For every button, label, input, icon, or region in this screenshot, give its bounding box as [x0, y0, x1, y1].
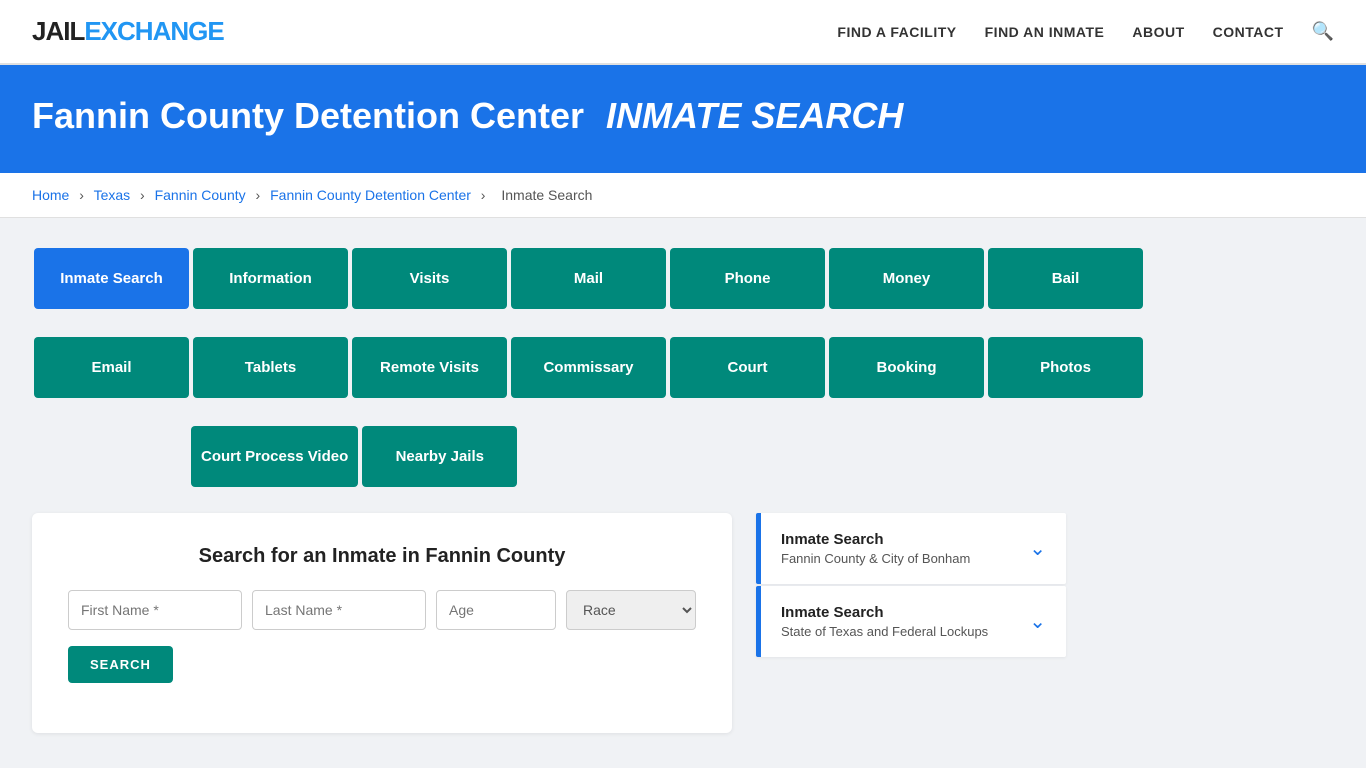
- tab-visits[interactable]: Visits: [352, 248, 507, 309]
- nav-find-inmate[interactable]: FIND AN INMATE: [985, 24, 1105, 40]
- tab-photos[interactable]: Photos: [988, 337, 1143, 398]
- hero-subtitle: INMATE SEARCH: [606, 95, 903, 136]
- tab-inmate-search[interactable]: Inmate Search: [34, 248, 189, 309]
- search-button[interactable]: SEARCH: [68, 646, 173, 683]
- sidebar-item-title-1: Inmate Search: [781, 531, 970, 548]
- chevron-down-icon-1: ⌄: [1029, 536, 1046, 561]
- search-icon-button[interactable]: 🔍: [1312, 21, 1334, 42]
- breadcrumb-sep-2: ›: [140, 187, 145, 203]
- search-inputs: Race White Black Hispanic Asian Other: [68, 590, 696, 630]
- sidebar-inmate-search-county[interactable]: Inmate Search Fannin County & City of Bo…: [756, 513, 1066, 584]
- tabs-row3: Court Process Video Nearby Jails: [189, 424, 1334, 489]
- nav-find-facility[interactable]: FIND A FACILITY: [837, 24, 956, 40]
- search-box: Search for an Inmate in Fannin County Ra…: [32, 513, 732, 733]
- sidebar-item-sub-1: Fannin County & City of Bonham: [781, 551, 970, 566]
- tab-tablets[interactable]: Tablets: [193, 337, 348, 398]
- tab-information[interactable]: Information: [193, 248, 348, 309]
- tabs-row1: Inmate Search Information Visits Mail Ph…: [32, 246, 1334, 311]
- logo-jail: JAIL: [32, 16, 84, 46]
- hero-facility-name: Fannin County Detention Center: [32, 95, 584, 136]
- sidebar-item-title-2: Inmate Search: [781, 604, 988, 621]
- logo[interactable]: JAILEXCHANGE: [32, 16, 224, 47]
- nav-about[interactable]: ABOUT: [1132, 24, 1184, 40]
- race-select[interactable]: Race White Black Hispanic Asian Other: [566, 590, 696, 630]
- tab-phone[interactable]: Phone: [670, 248, 825, 309]
- tab-money[interactable]: Money: [829, 248, 984, 309]
- tab-mail[interactable]: Mail: [511, 248, 666, 309]
- tab-court[interactable]: Court: [670, 337, 825, 398]
- logo-exchange: EXCHANGE: [84, 16, 223, 46]
- last-name-input[interactable]: [252, 590, 426, 630]
- first-name-input[interactable]: [68, 590, 242, 630]
- age-input[interactable]: [436, 590, 556, 630]
- tab-remote-visits[interactable]: Remote Visits: [352, 337, 507, 398]
- search-heading: Search for an Inmate in Fannin County: [68, 545, 696, 568]
- sidebar-item-sub-2: State of Texas and Federal Lockups: [781, 624, 988, 639]
- nav-links: FIND A FACILITY FIND AN INMATE ABOUT CON…: [837, 21, 1334, 42]
- tab-nearby-jails[interactable]: Nearby Jails: [362, 426, 517, 487]
- main-wrapper: Inmate Search Information Visits Mail Ph…: [0, 218, 1366, 761]
- breadcrumb: Home › Texas › Fannin County › Fannin Co…: [0, 173, 1366, 218]
- sidebar-item-text-1: Inmate Search Fannin County & City of Bo…: [781, 531, 970, 566]
- breadcrumb-facility[interactable]: Fannin County Detention Center: [270, 187, 471, 203]
- tab-booking[interactable]: Booking: [829, 337, 984, 398]
- tabs-row2: Email Tablets Remote Visits Commissary C…: [32, 335, 1334, 400]
- sidebar-item-text-2: Inmate Search State of Texas and Federal…: [781, 604, 988, 639]
- chevron-down-icon-2: ⌄: [1029, 609, 1046, 634]
- breadcrumb-current: Inmate Search: [501, 187, 592, 203]
- tab-court-process-video[interactable]: Court Process Video: [191, 426, 358, 487]
- sidebar-inmate-search-state[interactable]: Inmate Search State of Texas and Federal…: [756, 586, 1066, 657]
- breadcrumb-sep-3: ›: [256, 187, 261, 203]
- sidebar: Inmate Search Fannin County & City of Bo…: [756, 513, 1066, 657]
- breadcrumb-sep-1: ›: [79, 187, 84, 203]
- breadcrumb-texas[interactable]: Texas: [94, 187, 131, 203]
- tab-bail[interactable]: Bail: [988, 248, 1143, 309]
- tab-email[interactable]: Email: [34, 337, 189, 398]
- hero-banner: Fannin County Detention Center INMATE SE…: [0, 65, 1366, 173]
- breadcrumb-county[interactable]: Fannin County: [155, 187, 246, 203]
- nav-contact[interactable]: CONTACT: [1213, 24, 1284, 40]
- breadcrumb-sep-4: ›: [481, 187, 486, 203]
- tab-commissary[interactable]: Commissary: [511, 337, 666, 398]
- breadcrumb-home[interactable]: Home: [32, 187, 69, 203]
- content-area: Search for an Inmate in Fannin County Ra…: [32, 513, 1334, 733]
- hero-title: Fannin County Detention Center INMATE SE…: [32, 95, 1334, 137]
- navbar: JAILEXCHANGE FIND A FACILITY FIND AN INM…: [0, 0, 1366, 65]
